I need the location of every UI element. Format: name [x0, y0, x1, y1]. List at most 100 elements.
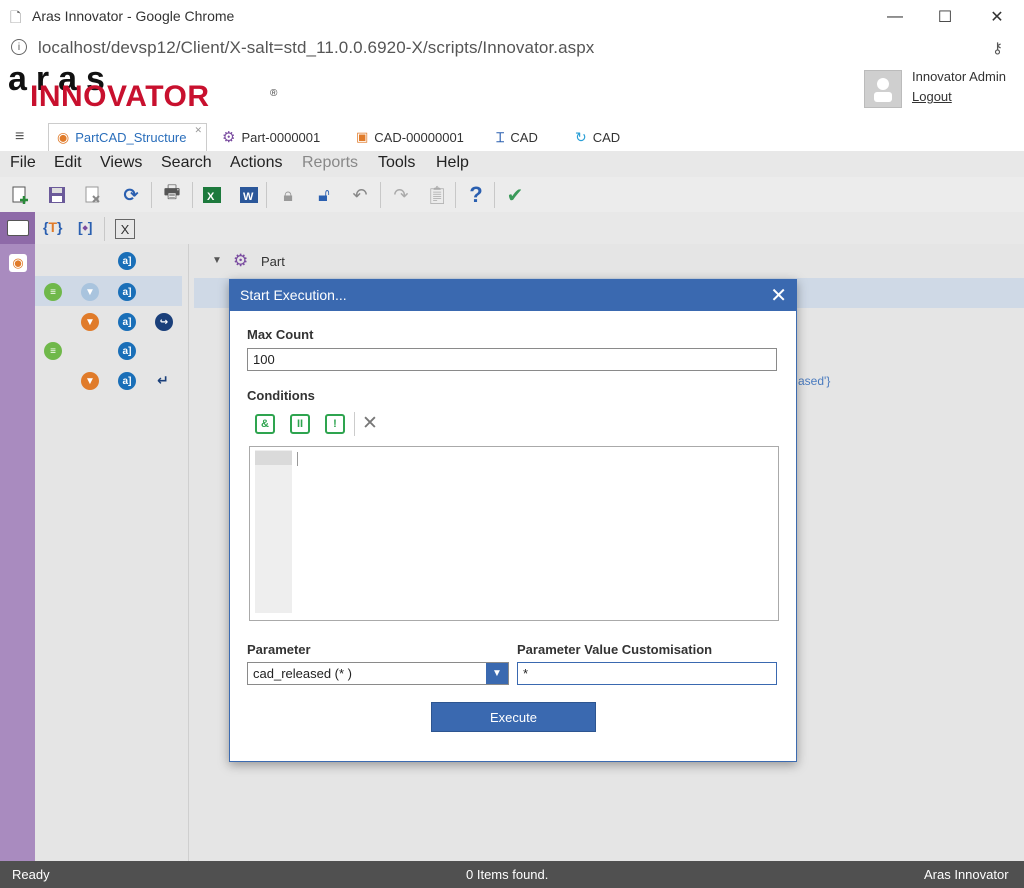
- sidebar-toggle[interactable]: [0, 212, 35, 244]
- and-condition-button[interactable]: &: [255, 414, 275, 434]
- filter-icon[interactable]: ▼: [81, 313, 99, 331]
- collapse-arrow-icon[interactable]: ▼: [212, 255, 222, 266]
- print-icon[interactable]: 🖶: [159, 182, 185, 208]
- menu-search[interactable]: Search: [161, 154, 212, 172]
- export-excel-icon[interactable]: X: [199, 182, 225, 208]
- discard-icon[interactable]: [80, 182, 106, 208]
- logo-innovator-text: INNOVATOR: [30, 80, 210, 113]
- param-custom-value: *: [523, 666, 529, 681]
- toolbar-separator: [192, 182, 193, 208]
- toolbar-separator: [354, 412, 355, 436]
- parameter-select[interactable]: cad_released (* ): [247, 662, 509, 685]
- save-icon[interactable]: [44, 182, 70, 208]
- minimize-button[interactable]: —: [872, 0, 918, 33]
- tab-cad-2[interactable]: ↻ CAD: [567, 123, 628, 151]
- attribute-icon[interactable]: a]: [118, 342, 136, 360]
- active-line-highlight: [255, 451, 292, 465]
- conditions-editor[interactable]: [249, 446, 779, 621]
- attribute-icon[interactable]: a]: [118, 313, 136, 331]
- tab-part-0000001[interactable]: ⚙ Part-0000001: [214, 123, 328, 151]
- tab-close-icon[interactable]: ✕: [194, 125, 202, 136]
- max-count-input[interactable]: 100: [247, 348, 777, 371]
- menu-actions[interactable]: Actions: [230, 154, 282, 172]
- cad-doc-icon: ▣: [356, 129, 369, 144]
- menu-file[interactable]: File: [10, 154, 36, 172]
- tab-label: PartCAD_Structure: [75, 130, 187, 145]
- or-condition-button[interactable]: II: [290, 414, 310, 434]
- clipboard-icon[interactable]: 📋︎: [424, 182, 450, 208]
- tab-label: Part-0000001: [241, 129, 321, 145]
- attribute-icon[interactable]: a]: [118, 283, 136, 301]
- menu-tools[interactable]: Tools: [378, 154, 415, 172]
- status-right: Aras Innovator: [924, 867, 1009, 882]
- form-view-icon: [7, 220, 29, 236]
- menu-edit[interactable]: Edit: [54, 154, 82, 172]
- toolbar-separator: [455, 182, 456, 208]
- tab-label: CAD: [592, 129, 621, 145]
- key-icon[interactable]: ⚷: [992, 39, 1003, 57]
- structure-icon[interactable]: ◉: [9, 254, 27, 272]
- tab-cad-00000001[interactable]: ▣ CAD-00000001: [348, 123, 472, 151]
- url-text[interactable]: localhost/devsp12/Client/X-salt=std_11.0…: [38, 38, 594, 58]
- dialog-close-icon[interactable]: ✕: [770, 283, 787, 308]
- relationship-icon[interactable]: ↪: [155, 313, 173, 331]
- done-check-icon[interactable]: ✔: [502, 182, 528, 208]
- menu-bar: [0, 151, 1024, 177]
- maximize-button[interactable]: ☐: [922, 0, 968, 33]
- delete-condition-icon[interactable]: ✕: [362, 412, 378, 435]
- dropdown-arrow-icon[interactable]: ▼: [486, 663, 508, 684]
- brackets-icon[interactable]: [⬩]: [78, 219, 92, 236]
- filter-icon[interactable]: ▼: [81, 283, 99, 301]
- promote-icon[interactable]: ↷: [388, 182, 414, 208]
- not-condition-button[interactable]: !: [325, 414, 345, 434]
- dialog-title-bar[interactable]: Start Execution... ✕: [229, 279, 797, 311]
- x-variable-icon[interactable]: X: [115, 219, 135, 239]
- new-item-icon[interactable]: [8, 182, 34, 208]
- info-icon[interactable]: i: [11, 39, 27, 55]
- dialog-title: Start Execution...: [240, 287, 347, 303]
- structure-icon: ◉: [57, 129, 70, 145]
- tab-label: CAD-00000001: [374, 129, 464, 145]
- tab-partcad-structure[interactable]: ◉ PartCAD_Structure ✕: [48, 123, 207, 151]
- tab-cad[interactable]: ⌶ CAD: [488, 123, 546, 151]
- attribute-icon[interactable]: a]: [118, 252, 136, 270]
- filter-icon[interactable]: ▼: [81, 372, 99, 390]
- execute-button[interactable]: Execute: [431, 702, 596, 732]
- status-center: 0 Items found.: [466, 867, 549, 882]
- braces-icon[interactable]: {T}: [43, 219, 62, 235]
- undo-icon[interactable]: ↶: [347, 182, 373, 208]
- gear-icon: ⚙: [233, 251, 249, 270]
- gear-icon: ⚙: [222, 129, 236, 146]
- param-custom-input[interactable]: *: [517, 662, 777, 685]
- condition-text-fragment: ased'}: [798, 374, 831, 388]
- unlock-icon[interactable]: 🔓︎: [311, 182, 337, 208]
- toolbar-separator: [380, 182, 381, 208]
- export-word-icon[interactable]: W: [236, 182, 262, 208]
- tree-root-label[interactable]: Part: [261, 254, 285, 269]
- param-custom-label: Parameter Value Customisation: [517, 642, 713, 657]
- close-window-button[interactable]: ✕: [974, 0, 1020, 33]
- help-icon[interactable]: ?: [463, 182, 489, 208]
- lock-icon[interactable]: 🔒︎: [275, 182, 301, 208]
- cad-icon: ⌶: [496, 128, 505, 145]
- avatar[interactable]: [864, 70, 902, 108]
- attribute-icon[interactable]: a]: [118, 372, 136, 390]
- refresh-icon[interactable]: ⟳: [118, 182, 144, 208]
- toolbar-separator: [151, 182, 152, 208]
- menu-help[interactable]: Help: [436, 154, 469, 172]
- logout-link[interactable]: Logout: [912, 89, 952, 104]
- toolbar-separator: [266, 182, 267, 208]
- parameter-selected-value: cad_released (* ): [253, 666, 352, 681]
- return-arrow-icon[interactable]: ↵: [157, 372, 169, 389]
- text-cursor: [297, 452, 298, 466]
- list-icon[interactable]: ≡: [44, 283, 62, 301]
- status-bar: Ready 0 Items found. Aras Innovator: [0, 861, 1024, 888]
- parameter-label: Parameter: [247, 642, 311, 657]
- menu-reports[interactable]: Reports: [302, 154, 358, 172]
- menu-views[interactable]: Views: [100, 154, 142, 172]
- editor-gutter: [255, 450, 292, 613]
- window-title: Aras Innovator - Google Chrome: [32, 8, 235, 24]
- address-bar[interactable]: i localhost/devsp12/Client/X-salt=std_11…: [0, 33, 1024, 64]
- hamburger-menu-icon[interactable]: ≡: [15, 128, 24, 146]
- list-icon[interactable]: ≡: [44, 342, 62, 360]
